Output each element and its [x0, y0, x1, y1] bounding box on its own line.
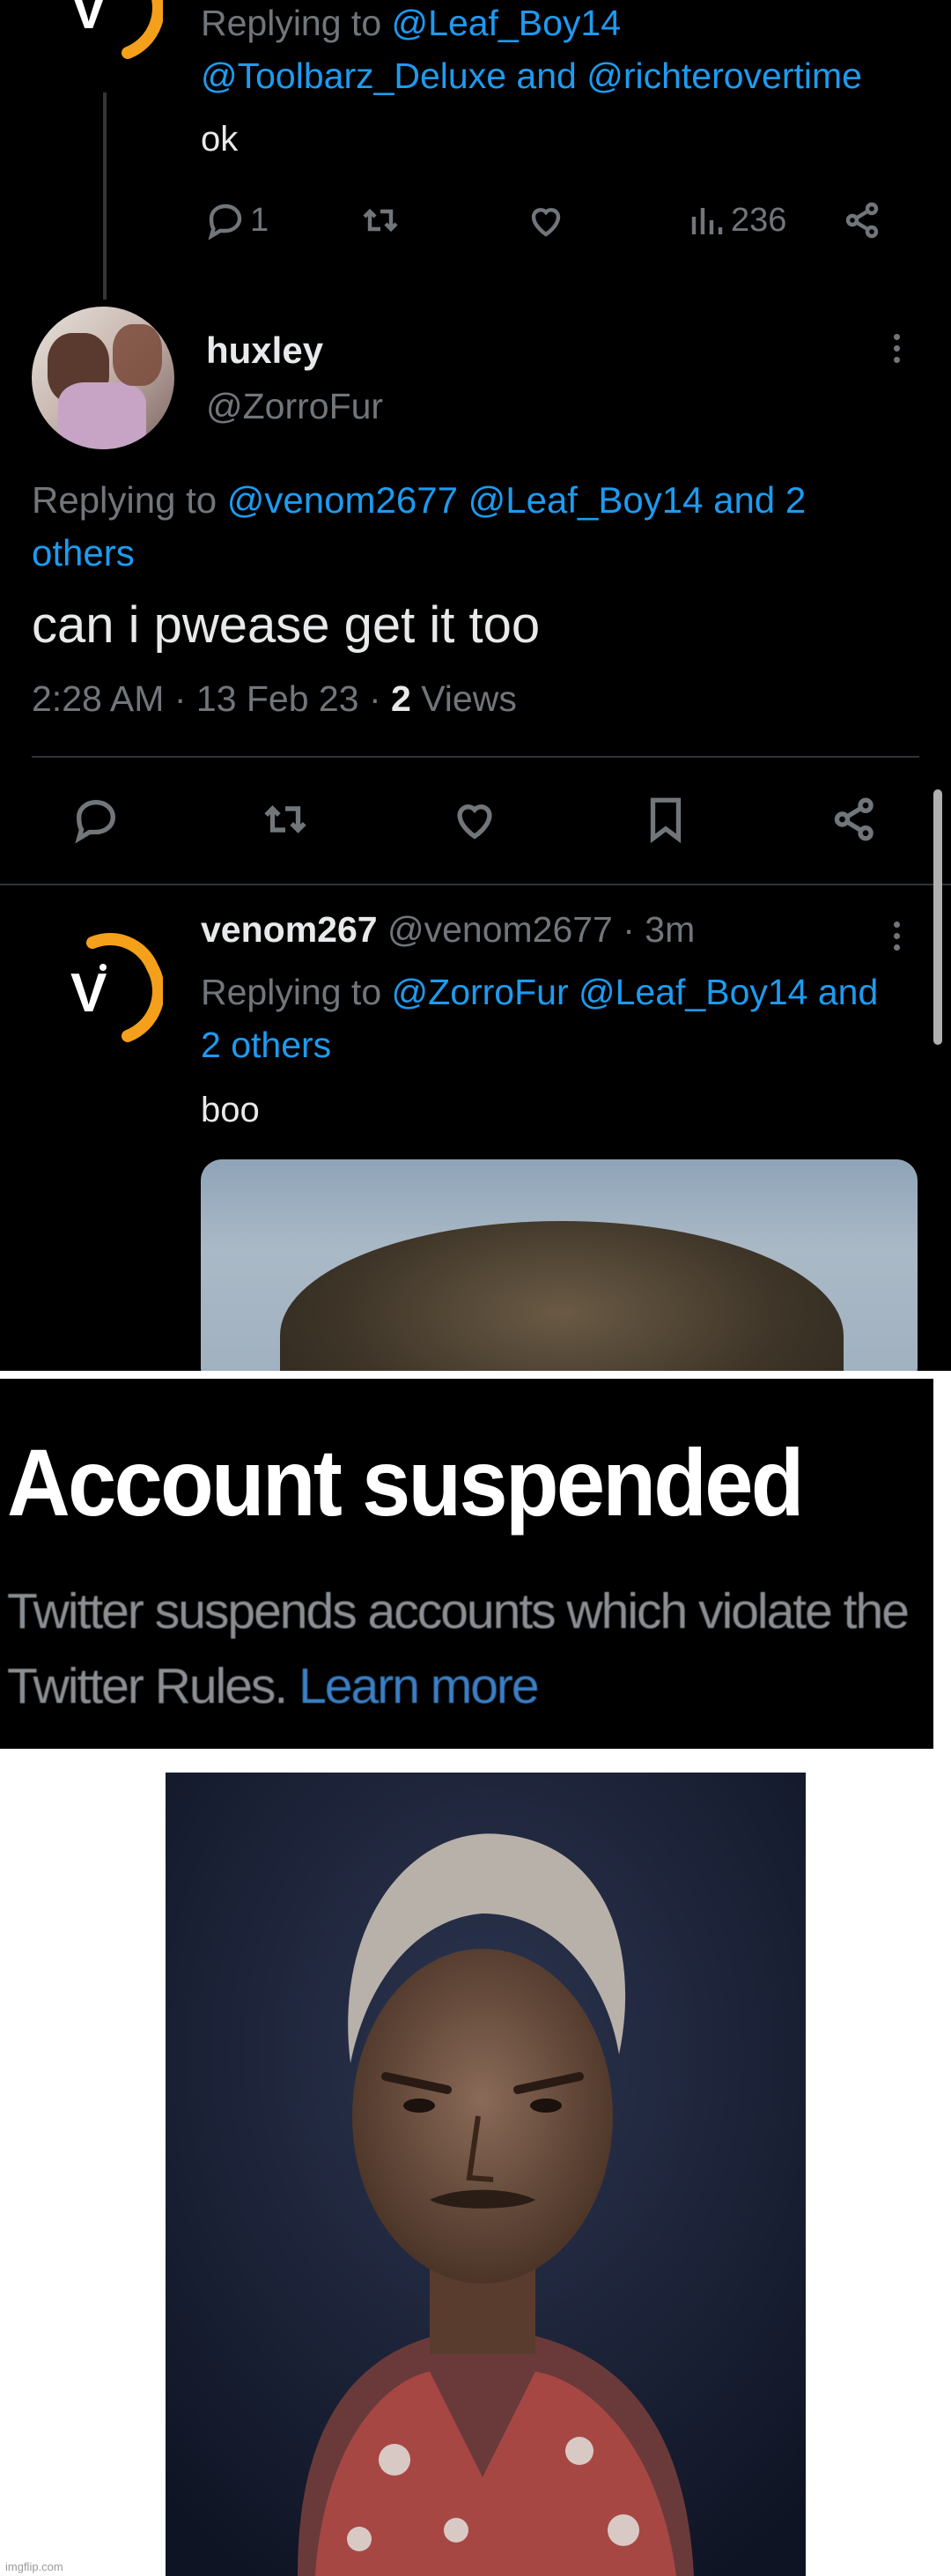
tweet1-text: ok: [201, 120, 239, 159]
main-replying-to: Replying to @venom2677 @Leaf_Boy14 and 2: [32, 474, 806, 527]
views-label: Views: [421, 678, 517, 719]
reply-icon: [208, 204, 242, 241]
replying-link[interactable]: @Leaf_Boy14: [392, 3, 621, 43]
replying-links-cont[interactable]: 2 others: [201, 1018, 331, 1071]
replying-prefix: Replying to: [201, 972, 382, 1012]
divider: [0, 884, 951, 885]
replying-links-cont[interactable]: others: [32, 527, 135, 580]
v-logo-icon: V: [70, 0, 165, 59]
replying-prefix: Replying to: [32, 479, 217, 521]
share-icon: [834, 797, 874, 841]
svg-text:V: V: [70, 963, 107, 1024]
like-icon: [457, 804, 492, 840]
views-count: 2: [390, 678, 411, 719]
tweet1-replying-links[interactable]: @Toolbarz_Deluxe and @richterovertime: [201, 49, 862, 102]
portrait-photo: [166, 1773, 806, 2576]
replying-links[interactable]: @venom2677 @Leaf_Boy14 and 2: [227, 479, 806, 521]
reply-text: boo: [201, 1091, 260, 1129]
tweet-time[interactable]: 2:28 AM: [32, 678, 164, 719]
replying-links[interactable]: @ZorroFur @Leaf_Boy14 and: [392, 972, 879, 1012]
view-count: 236: [731, 201, 787, 239]
divider: [32, 756, 919, 758]
share-icon: [845, 202, 879, 239]
tweet1-like-button[interactable]: [525, 199, 567, 241]
attached-media-image[interactable]: [201, 1159, 918, 1371]
like-icon: [531, 208, 561, 237]
thread-connector-line: [103, 93, 107, 300]
separator: [0, 1371, 951, 1379]
main-reply-button[interactable]: [70, 794, 122, 845]
screenshot-meme: V Replying to @Leaf_Boy14 @Toolbarz_Delu…: [0, 0, 951, 2576]
reply-count: 1: [250, 201, 269, 239]
main-bookmark-button[interactable]: [640, 794, 691, 845]
suspended-message: Twitter suspends accounts which violate …: [7, 1574, 923, 1724]
meme-photo: [166, 1773, 806, 2576]
avatar-figure-shape: [113, 324, 162, 386]
retweet-icon: [363, 208, 398, 233]
retweet-icon: [264, 805, 306, 833]
main-share-button[interactable]: [829, 794, 881, 845]
tweet1-replying-to: Replying to @Leaf_Boy14: [201, 0, 621, 49]
suspended-title: Account suspended: [7, 1429, 804, 1536]
account-suspended-banner: Account suspended Twitter suspends accou…: [0, 1379, 933, 1749]
reply-author-name[interactable]: venom267: [201, 909, 378, 950]
v-logo-icon: V: [70, 933, 165, 1042]
svg-text:V: V: [70, 0, 107, 41]
venom-avatar-top[interactable]: V: [48, 0, 165, 63]
main-retweet-button[interactable]: [260, 794, 311, 845]
tweet1-views-button[interactable]: 236: [685, 199, 786, 241]
reply-author-handle[interactable]: @venom2677: [387, 909, 613, 950]
more-icon[interactable]: [894, 916, 903, 956]
scrollbar[interactable]: [933, 789, 942, 1045]
main-tweet-text: can i pwease get it too: [32, 596, 541, 654]
author-name[interactable]: huxley: [206, 329, 323, 372]
reply-replying-to: Replying to @ZorroFur @Leaf_Boy14 and: [201, 966, 878, 1018]
replying-prefix: Replying to: [201, 3, 382, 43]
main-like-button[interactable]: [449, 794, 500, 845]
tweet-date[interactable]: 13 Feb 23: [196, 678, 359, 719]
avatar-body-shape: [58, 382, 146, 449]
tweet-meta: 2:28 AM · 13 Feb 23 · 2 Views: [32, 678, 517, 719]
tweet1-reply-button[interactable]: 1: [204, 199, 269, 241]
learn-more-link[interactable]: Learn more: [299, 1658, 539, 1714]
reply-icon: [75, 800, 115, 844]
reply-author-line: venom267 @venom2677 · 3m: [201, 909, 695, 951]
views-icon: [691, 208, 723, 234]
huxley-avatar[interactable]: [32, 307, 174, 449]
venom-avatar[interactable]: V: [48, 932, 165, 1047]
tweet1-retweet-button[interactable]: [359, 199, 402, 241]
hair-shape: [280, 1221, 844, 1371]
tweet1-share-button[interactable]: [842, 199, 884, 241]
author-handle[interactable]: @ZorroFur: [206, 386, 383, 427]
reply-age[interactable]: · 3m: [623, 909, 695, 950]
twitter-thread: V Replying to @Leaf_Boy14 @Toolbarz_Delu…: [0, 0, 951, 1371]
bookmark-icon: [650, 797, 682, 844]
imgflip-watermark: imgflip.com: [5, 2560, 63, 2573]
more-icon[interactable]: [894, 329, 903, 368]
